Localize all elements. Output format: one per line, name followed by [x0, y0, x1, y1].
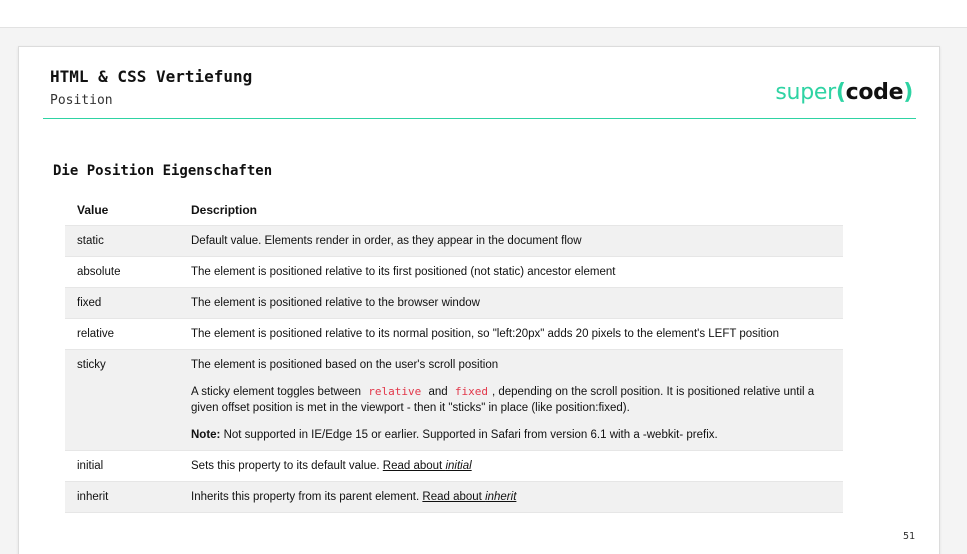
logo-part-super: super — [775, 80, 836, 105]
row-description: Inherits this property from its parent e… — [179, 481, 843, 513]
initial-description: Sets this property to its default value. — [191, 459, 380, 472]
row-description: Default value. Elements render in order,… — [179, 225, 843, 257]
section-title: Die Position Eigenschaften — [53, 163, 273, 179]
slide-subtitle: Position — [50, 93, 113, 108]
page-number: 51 — [902, 531, 915, 542]
row-value: absolute — [65, 256, 179, 288]
header-divider — [43, 118, 916, 119]
browser-top-bar — [0, 0, 967, 28]
link-text: Read about — [422, 490, 486, 503]
code-relative: relative — [368, 384, 422, 398]
row-description: Sets this property to its default value.… — [179, 450, 843, 482]
column-header-description: Description — [179, 196, 843, 226]
inherit-description: Inherits this property from its parent e… — [191, 490, 420, 503]
read-about-inherit-link[interactable]: Read about inherit — [422, 491, 516, 503]
link-emphasis: initial — [445, 459, 472, 472]
slide: HTML & CSS Vertiefung Position super(cod… — [18, 46, 940, 554]
row-value: initial — [65, 450, 179, 482]
supercode-logo: super(code) — [775, 80, 913, 105]
note-text: Not supported in IE/Edge 15 or earlier. … — [220, 428, 718, 441]
table-row-static: static Default value. Elements render in… — [65, 225, 843, 257]
table-row-fixed: fixed The element is positioned relative… — [65, 287, 843, 319]
row-value: static — [65, 225, 179, 257]
row-description: The element is positioned relative to it… — [179, 318, 843, 350]
slide-title: HTML & CSS Vertiefung — [50, 67, 253, 86]
sticky-description-2: A sticky element toggles between relativ… — [191, 384, 831, 416]
table-row-initial: initial Sets this property to its defaul… — [65, 450, 843, 482]
row-value: sticky — [65, 349, 179, 451]
table-row-absolute: absolute The element is positioned relat… — [65, 256, 843, 288]
link-emphasis: inherit — [485, 490, 517, 503]
table-row-relative: relative The element is positioned relat… — [65, 318, 843, 350]
sticky-text-and: and — [428, 385, 448, 398]
note-label: Note: — [191, 428, 221, 441]
row-value: relative — [65, 318, 179, 350]
row-description: The element is positioned relative to th… — [179, 287, 843, 319]
table-row-sticky: sticky The element is positioned based o… — [65, 349, 843, 451]
sticky-text-pre: A sticky element toggles between — [191, 385, 362, 398]
table-row-inherit: inherit Inherits this property from its … — [65, 481, 843, 513]
sticky-note: Note: Not supported in IE/Edge 15 or ear… — [191, 427, 831, 443]
sticky-description-1: The element is positioned based on the u… — [191, 358, 499, 371]
column-header-value: Value — [65, 196, 179, 226]
logo-part-code: code — [845, 80, 904, 105]
position-values-table: Value Description static Default value. … — [65, 196, 843, 513]
code-fixed: fixed — [454, 384, 488, 398]
logo-part-close-paren: ) — [903, 80, 913, 105]
row-description: The element is positioned relative to it… — [179, 256, 843, 288]
row-description: The element is positioned based on the u… — [179, 349, 843, 451]
table-header-row: Value Description — [65, 196, 843, 226]
logo-part-open-paren: ( — [835, 80, 846, 105]
link-text: Read about — [382, 459, 446, 472]
read-about-initial-link[interactable]: Read about initial — [383, 460, 472, 472]
row-value: inherit — [65, 481, 179, 513]
row-value: fixed — [65, 287, 179, 319]
